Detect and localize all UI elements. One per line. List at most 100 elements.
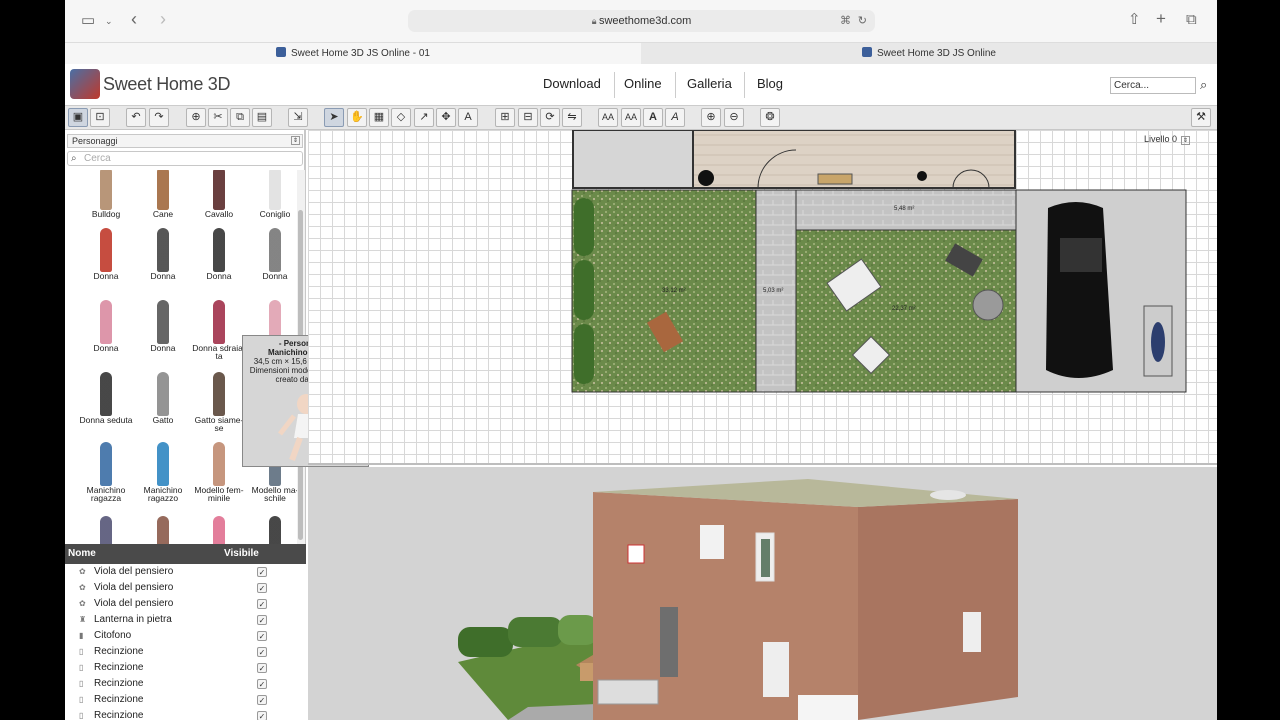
zoom-in-icon[interactable]: ⊕	[701, 108, 721, 127]
furniture-row[interactable]: ✿ Viola del pensiero ✓	[65, 564, 306, 580]
furniture-row[interactable]: ▯ Recinzione ✓	[65, 644, 306, 660]
visible-checkbox[interactable]: ✓	[257, 615, 267, 625]
furniture-row[interactable]: ✿ Viola del pensiero ✓	[65, 580, 306, 596]
category-select[interactable]: Personaggi ⇕	[67, 134, 303, 148]
furniture-catalog-icon[interactable]: ▣	[68, 108, 88, 127]
catalog-item[interactable]	[247, 514, 297, 544]
letterbox-left	[0, 0, 65, 720]
catalog-item[interactable]: Manichino ragazzo	[135, 440, 191, 512]
new-tab-icon[interactable]: +	[1156, 10, 1166, 27]
3d-view[interactable]	[308, 467, 1217, 720]
catalog-item[interactable]: Donna	[135, 226, 191, 298]
create-dimensions-icon[interactable]: ✥	[436, 108, 456, 127]
furniture-row[interactable]: ▯ Recinzione ✓	[65, 660, 306, 676]
tab-1-label: Sweet Home 3D JS Online - 01	[291, 48, 430, 59]
level-selector[interactable]: Livello 0 ⇕	[1144, 134, 1191, 145]
site-search-input[interactable]: Cerca...	[1110, 77, 1196, 94]
visible-checkbox[interactable]: ✓	[257, 679, 267, 689]
flip-icon[interactable]: ⇋	[562, 108, 582, 127]
create-walls-icon[interactable]: ▦	[369, 108, 389, 127]
door-window-icon[interactable]: ⊞	[495, 108, 515, 127]
bold-text-icon[interactable]: A	[643, 108, 663, 127]
plan-view[interactable]: 33,12 m² 5,03 m² 5,48 m² 22,37 m² Livell…	[308, 130, 1217, 465]
rotate-icon[interactable]: ⟳	[540, 108, 560, 127]
catalog-item[interactable]: Gatto	[135, 370, 191, 442]
column-visible[interactable]: Visibile	[224, 544, 259, 564]
column-name[interactable]: Nome	[68, 544, 96, 564]
catalog-item[interactable]: Donna	[247, 226, 297, 298]
pan-icon[interactable]: ✋	[347, 108, 367, 127]
url-field[interactable]: 🔒︎ sweethome3d.com ⌘ ↻	[408, 10, 875, 32]
catalog-item[interactable]: Donna	[78, 298, 134, 370]
paste-icon[interactable]: ▤	[252, 108, 272, 127]
furniture-name: Recinzione	[94, 678, 144, 689]
logo-icon[interactable]	[70, 69, 100, 99]
tab-1[interactable]: Sweet Home 3D JS Online - 01	[65, 43, 641, 64]
copy-icon[interactable]: ⧉	[230, 108, 250, 127]
share-icon[interactable]: ⇧	[1128, 12, 1141, 28]
tab-2[interactable]: Sweet Home 3D JS Online	[641, 43, 1217, 64]
cut-icon[interactable]: ✂	[208, 108, 228, 127]
catalog-item[interactable]: Donna seduta	[78, 370, 134, 442]
catalog-item[interactable]	[135, 514, 191, 544]
reload-icon[interactable]: ↻	[858, 10, 867, 32]
visible-checkbox[interactable]: ✓	[257, 583, 267, 593]
chevron-down-icon[interactable]: ⌄	[105, 13, 113, 29]
catalog-item[interactable]: Gatto siame-se	[191, 370, 247, 442]
add-icon[interactable]: ⊕	[186, 108, 206, 127]
add-furniture-icon[interactable]: ⇲	[288, 108, 308, 127]
visible-checkbox[interactable]: ✓	[257, 631, 267, 641]
nav-galleria[interactable]: Galleria	[687, 76, 732, 91]
chevron-down-icon: ⇕	[291, 136, 300, 145]
back-icon[interactable]: ‹	[131, 10, 137, 28]
visible-checkbox[interactable]: ✓	[257, 695, 267, 705]
translate-icon[interactable]: ⌘	[840, 10, 851, 32]
increase-text-icon[interactable]: AA	[598, 108, 618, 127]
redo-icon[interactable]: ↷	[149, 108, 169, 127]
catalog-search-input[interactable]: ⌕ Cerca	[67, 151, 303, 166]
room-icon[interactable]: ⊟	[518, 108, 538, 127]
furniture-row[interactable]: ▮ Citofono ✓	[65, 628, 306, 644]
create-polylines-icon[interactable]: ↗	[414, 108, 434, 127]
logo-text[interactable]: Sweet Home 3D	[103, 74, 230, 95]
import-icon[interactable]: ⊡	[90, 108, 110, 127]
catalog-item-label: Donna	[206, 271, 232, 281]
nav-blog[interactable]: Blog	[757, 76, 783, 91]
catalog-item[interactable]: Manichino ragazza	[78, 440, 134, 512]
catalog-item-thumbnail	[157, 170, 169, 210]
nav-download[interactable]: Download	[543, 76, 601, 91]
forward-icon[interactable]: ›	[160, 10, 166, 28]
catalog-item[interactable]: Donna	[135, 298, 191, 370]
visible-checkbox[interactable]: ✓	[257, 599, 267, 609]
catalog-item[interactable]: Donna sdraia-ta	[191, 298, 247, 370]
sidebar-toggle-icon[interactable]: ▭	[81, 13, 95, 29]
decrease-text-icon[interactable]: AA	[621, 108, 641, 127]
nav-online[interactable]: Online	[624, 76, 662, 91]
preferences-icon[interactable]: ⚒	[1191, 108, 1211, 127]
furniture-name: Recinzione	[94, 694, 144, 705]
visible-checkbox[interactable]: ✓	[257, 663, 267, 673]
furniture-row[interactable]: ▯ Recinzione ✓	[65, 708, 306, 720]
select-mode-icon[interactable]: ➤	[324, 108, 344, 127]
visible-checkbox[interactable]: ✓	[257, 647, 267, 657]
visible-checkbox[interactable]: ✓	[257, 711, 267, 720]
catalog-item[interactable]: Modello fem-minile	[191, 440, 247, 512]
catalog-item[interactable]	[191, 514, 247, 544]
furniture-row[interactable]: ✿ Viola del pensiero ✓	[65, 596, 306, 612]
undo-icon[interactable]: ↶	[126, 108, 146, 127]
create-photo-icon[interactable]: ❂	[760, 108, 780, 127]
catalog-item[interactable]: Donna	[78, 226, 134, 298]
search-icon[interactable]: ⌕	[1200, 77, 1207, 93]
catalog-item[interactable]	[78, 514, 134, 544]
furniture-row[interactable]: ♜ Lanterna in pietra ✓	[65, 612, 306, 628]
zoom-out-icon[interactable]: ⊖	[724, 108, 744, 127]
add-text-icon[interactable]: A	[458, 108, 478, 127]
visible-checkbox[interactable]: ✓	[257, 567, 267, 577]
tabs-overview-icon[interactable]: ⧉	[1186, 12, 1197, 28]
furniture-name: Viola del pensiero	[94, 566, 174, 577]
create-rooms-icon[interactable]: ◇	[391, 108, 411, 127]
furniture-row[interactable]: ▯ Recinzione ✓	[65, 692, 306, 708]
furniture-row[interactable]: ▯ Recinzione ✓	[65, 676, 306, 692]
catalog-item[interactable]: Donna	[191, 226, 247, 298]
italic-text-icon[interactable]: A	[665, 108, 685, 127]
